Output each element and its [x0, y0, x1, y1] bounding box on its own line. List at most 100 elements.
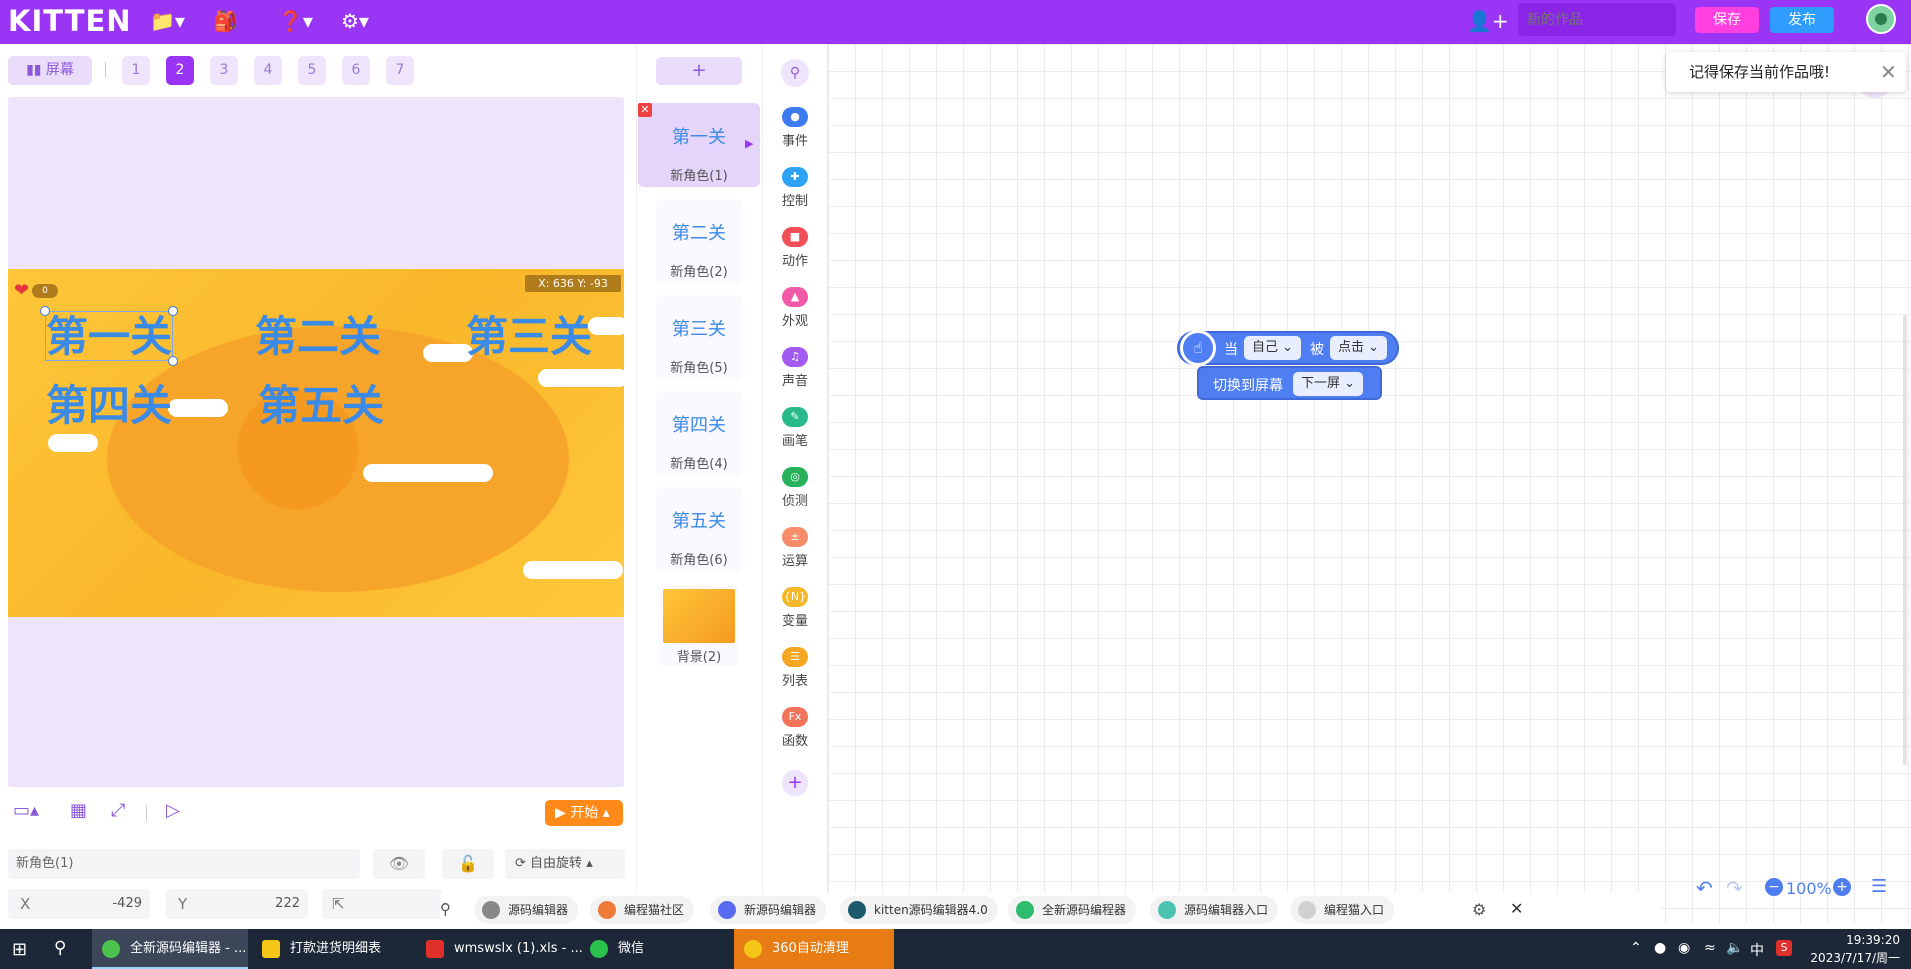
- web-tab-5[interactable]: 全新源码编程器: [1008, 896, 1137, 924]
- category-label: 声音: [781, 374, 808, 389]
- rotation-mode-select[interactable]: ⟳ 自由旋转 ▴: [505, 849, 625, 879]
- settings-menu-icon[interactable]: ⚙▾: [341, 8, 369, 34]
- project-name-input[interactable]: [1518, 3, 1676, 36]
- grid-icon[interactable]: ▦: [70, 800, 87, 821]
- web-tab-4[interactable]: kitten源码编辑器4.0: [840, 896, 998, 924]
- sprite-card-5[interactable]: 第五关 新角色(6): [656, 487, 742, 571]
- selection-handle[interactable]: [40, 306, 50, 316]
- rotate-handle[interactable]: [168, 306, 178, 316]
- tray-expand-icon[interactable]: ⌃: [1630, 940, 1642, 956]
- category-variables[interactable]: {N} 变量: [762, 587, 828, 629]
- sprite-card-2[interactable]: 第二关 新角色(2): [656, 199, 742, 283]
- save-button[interactable]: 保存: [1695, 7, 1759, 33]
- sogou-icon[interactable]: S: [1776, 940, 1792, 956]
- screen-toggle-button[interactable]: ▮▮ 屏幕: [8, 56, 92, 85]
- close-icon[interactable]: ✕: [1510, 899, 1523, 918]
- web-tab-6[interactable]: 源码编辑器入口: [1150, 896, 1279, 924]
- size-field[interactable]: ⇱: [322, 889, 442, 919]
- publish-button[interactable]: 发布: [1770, 7, 1834, 33]
- caret-up-icon[interactable]: ▴: [603, 805, 610, 821]
- code-workspace[interactable]: [828, 44, 1911, 924]
- web-tab-7[interactable]: 编程猫入口: [1290, 896, 1395, 924]
- wechat-tray-icon[interactable]: ◉: [1678, 940, 1690, 956]
- stage-size-icon[interactable]: ▭▴: [13, 800, 39, 821]
- web-tab-3[interactable]: 新源码编辑器: [710, 896, 827, 924]
- add-sprite-button[interactable]: +: [656, 57, 742, 85]
- level-label-5[interactable]: 第五关: [258, 372, 384, 433]
- undo-icon[interactable]: ↶: [1696, 876, 1713, 900]
- help-menu-icon[interactable]: ❓▾: [278, 8, 313, 34]
- resize-handle[interactable]: [168, 356, 178, 366]
- category-lists[interactable]: ☰ 列表: [762, 647, 828, 689]
- search-icon[interactable]: ⚲: [440, 900, 451, 918]
- screen-dropdown[interactable]: 下一屏 ⌄: [1293, 372, 1364, 396]
- x-field[interactable]: X -429: [8, 889, 150, 919]
- search-icon[interactable]: ⚲: [781, 59, 809, 87]
- screen-tab-4[interactable]: 4: [254, 56, 282, 85]
- qq-icon[interactable]: ●: [1654, 940, 1666, 956]
- category-motion[interactable]: ■ 动作: [762, 227, 828, 269]
- web-tab-1[interactable]: 源码编辑器: [474, 896, 579, 924]
- screen-tab-2[interactable]: 2: [166, 56, 194, 85]
- taskbar-item-2[interactable]: 打款进货明细表: [252, 929, 412, 969]
- sprite-card-3[interactable]: 第三关 新角色(5): [656, 295, 742, 379]
- taskbar-label: 微信: [618, 941, 645, 956]
- zoom-out-icon[interactable]: −: [1765, 878, 1783, 896]
- wifi-icon[interactable]: ≈: [1704, 940, 1716, 956]
- background-card[interactable]: 背景(2): [660, 586, 738, 666]
- taskbar-item-1[interactable]: 全新源码编辑器 - ...: [92, 929, 248, 969]
- visibility-toggle[interactable]: 👁: [373, 849, 425, 879]
- lock-toggle[interactable]: 🔓: [442, 849, 494, 879]
- align-blocks-icon[interactable]: ☰: [1871, 876, 1887, 897]
- backpack-icon[interactable]: 🎒: [213, 8, 238, 34]
- target-dropdown[interactable]: 自己 ⌄: [1244, 336, 1302, 360]
- screen-tab-7[interactable]: 7: [386, 56, 414, 85]
- screen-tab-6[interactable]: 6: [342, 56, 370, 85]
- screen-tab-5[interactable]: 5: [298, 56, 326, 85]
- sprite-card-4[interactable]: 第四关 新角色(4): [656, 391, 742, 475]
- taskbar-item-4[interactable]: 微信: [580, 929, 736, 969]
- screen-tab-1[interactable]: 1: [122, 56, 150, 85]
- search-icon[interactable]: ⚲: [54, 938, 66, 958]
- preview-icon[interactable]: ▷: [166, 800, 180, 821]
- category-sensing[interactable]: ◎ 侦测: [762, 467, 828, 509]
- close-icon[interactable]: ✕: [1880, 60, 1897, 84]
- zoom-in-icon[interactable]: +: [1833, 878, 1851, 896]
- level-label-4[interactable]: 第四关: [46, 372, 172, 433]
- kitten-logo[interactable]: KITTEN: [8, 4, 132, 38]
- gear-icon[interactable]: ⚙: [1472, 900, 1486, 919]
- user-avatar[interactable]: [1866, 4, 1896, 34]
- selection-box[interactable]: [40, 306, 178, 366]
- workspace-scrollbar[interactable]: [1903, 315, 1907, 765]
- windows-start-icon[interactable]: ⊞: [12, 939, 27, 960]
- y-field[interactable]: Y 222: [166, 889, 308, 919]
- folder-menu-icon[interactable]: 📁▾: [150, 8, 185, 34]
- add-extension-icon[interactable]: +: [782, 770, 808, 796]
- taskbar-item-3[interactable]: wmswslx (1).xls - ...: [416, 929, 583, 969]
- category-looks[interactable]: ▲ 外观: [762, 287, 828, 329]
- delete-sprite-icon[interactable]: ✕: [638, 103, 652, 117]
- redo-icon[interactable]: ↷: [1726, 876, 1743, 900]
- add-collaborator-icon[interactable]: 👤+: [1467, 8, 1509, 34]
- category-event[interactable]: ● 事件: [762, 107, 828, 149]
- category-sound[interactable]: ♫ 声音: [762, 347, 828, 389]
- screen-tab-3[interactable]: 3: [210, 56, 238, 85]
- category-operators[interactable]: ± 运算: [762, 527, 828, 569]
- site-icon: [482, 901, 500, 919]
- sprite-name-input[interactable]: 新角色(1): [8, 849, 360, 879]
- start-button[interactable]: ▶ 开始 ▴: [545, 800, 623, 826]
- category-pen[interactable]: ✎ 画笔: [762, 407, 828, 449]
- volume-icon[interactable]: 🔈: [1726, 940, 1743, 956]
- fullscreen-icon[interactable]: ⤢: [111, 800, 125, 821]
- taskbar-item-5[interactable]: 360自动清理: [734, 929, 894, 969]
- ime-indicator[interactable]: 中: [1750, 940, 1764, 960]
- level-label-2[interactable]: 第二关: [255, 303, 381, 364]
- event-dropdown[interactable]: 点击 ⌄: [1330, 336, 1388, 360]
- level-label-3[interactable]: 第三关: [466, 303, 592, 364]
- web-tab-2[interactable]: 编程猫社区: [590, 896, 695, 924]
- system-clock[interactable]: 19:39:20 2023/7/17/周一: [1798, 931, 1900, 967]
- sprite-card-1[interactable]: 第一关 新角色(1): [638, 103, 760, 187]
- expand-arrow-icon[interactable]: ▶: [745, 137, 753, 150]
- category-control[interactable]: ✚ 控制: [762, 167, 828, 209]
- category-functions[interactable]: Fx 函数: [762, 707, 828, 749]
